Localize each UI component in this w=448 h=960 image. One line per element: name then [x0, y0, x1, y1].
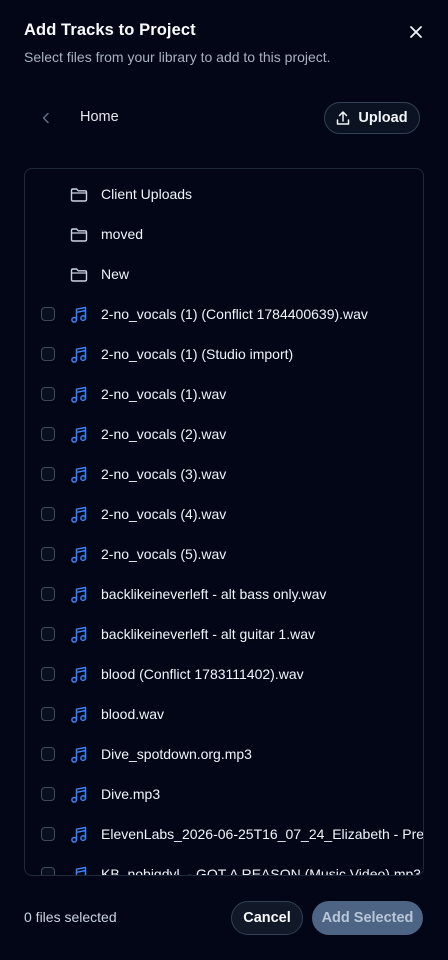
file-name: Dive_spotdown.org.mp3 [101, 746, 252, 762]
file-row[interactable]: 2-no_vocals (1) (Studio import) [25, 335, 423, 375]
folder-icon [70, 268, 88, 282]
folder-row[interactable]: New [25, 255, 423, 295]
folder-icon [70, 188, 88, 202]
file-checkbox[interactable] [41, 827, 55, 841]
file-name: blood (Conflict 1783111402).wav [101, 666, 304, 682]
music-note-icon [71, 466, 87, 483]
music-note-icon [71, 786, 87, 803]
file-name: Dive.mp3 [101, 786, 161, 802]
file-name: 2-no_vocals (3).wav [101, 466, 227, 482]
file-checkbox[interactable] [41, 507, 55, 521]
file-row[interactable]: KB_nobigdyl. - GOT A REASON (Music Video… [25, 855, 423, 876]
file-name: 2-no_vocals (1) (Studio import) [101, 346, 294, 362]
file-row[interactable]: 2-no_vocals (2).wav [25, 415, 423, 455]
music-note-icon [71, 546, 87, 563]
file-row[interactable]: backlikeineverleft - alt guitar 1.wav [25, 615, 423, 655]
music-note-icon [71, 306, 87, 323]
chevron-left-icon [42, 112, 49, 124]
file-name: backlikeineverleft - alt bass only.wav [101, 586, 327, 602]
file-name: 2-no_vocals (1) (Conflict 1784400639).wa… [101, 306, 368, 322]
music-note-icon [71, 626, 87, 643]
file-checkbox[interactable] [41, 747, 55, 761]
music-note-icon [71, 426, 87, 443]
folder-row[interactable]: Client Uploads [25, 175, 423, 215]
file-checkbox[interactable] [41, 587, 55, 601]
file-name: 2-no_vocals (4).wav [101, 506, 227, 522]
file-row[interactable]: 2-no_vocals (1).wav [25, 375, 423, 415]
file-checkbox[interactable] [41, 787, 55, 801]
file-checkbox[interactable] [41, 707, 55, 721]
file-row[interactable]: blood (Conflict 1783111402).wav [25, 655, 423, 695]
file-row[interactable]: backlikeineverleft - alt bass only.wav [25, 575, 423, 615]
file-name: ElevenLabs_2026-06-25T16_07_24_Elizabeth… [101, 826, 424, 842]
file-row[interactable]: blood.wav [25, 695, 423, 735]
folder-name: New [101, 266, 130, 282]
file-checkbox[interactable] [41, 547, 55, 561]
music-note-icon [75, 866, 87, 875]
upload-button[interactable]: Upload [324, 102, 420, 134]
music-note-icon [71, 586, 87, 603]
folder-name: Client Uploads [101, 186, 193, 202]
file-checkbox[interactable] [41, 667, 55, 681]
cancel-button[interactable]: Cancel [231, 901, 303, 935]
file-row[interactable]: Dive_spotdown.org.mp3 [25, 735, 423, 775]
dialog-subtitle: Select files from your library to add to… [24, 49, 331, 65]
file-row[interactable]: 2-no_vocals (3).wav [25, 455, 423, 495]
music-note-icon [71, 386, 87, 403]
file-name: blood.wav [101, 706, 165, 722]
file-row[interactable]: 2-no_vocals (4).wav [25, 495, 423, 535]
file-checkbox[interactable] [41, 467, 55, 481]
file-checkbox[interactable] [41, 307, 55, 321]
file-row[interactable]: ElevenLabs_2026-06-25T16_07_24_Elizabeth… [25, 815, 423, 855]
file-checkbox[interactable] [41, 627, 55, 641]
file-checkbox[interactable] [41, 387, 55, 401]
close-icon [410, 26, 422, 38]
file-row[interactable]: 2-no_vocals (5).wav [25, 535, 423, 575]
close-button[interactable] [404, 20, 428, 44]
file-name: 2-no_vocals (1).wav [101, 386, 227, 402]
breadcrumb[interactable]: Home [80, 109, 119, 125]
music-note-icon [71, 706, 87, 723]
file-name: 2-no_vocals (5).wav [101, 546, 227, 562]
file-list[interactable]: Client Uploads moved New 2-no_vocals (1) (C… [24, 168, 424, 876]
file-checkbox[interactable] [41, 427, 55, 441]
music-note-icon [71, 346, 87, 363]
selection-count: 0 files selected [24, 909, 117, 925]
file-name: backlikeineverleft - alt guitar 1.wav [101, 626, 315, 642]
file-row[interactable]: Dive.mp3 [25, 775, 423, 815]
folder-row[interactable]: moved [25, 215, 423, 255]
upload-label: Upload [358, 110, 408, 126]
music-note-icon [71, 746, 87, 763]
file-checkbox[interactable] [41, 867, 55, 875]
dialog-title: Add Tracks to Project [24, 21, 196, 39]
music-note-icon [71, 666, 87, 683]
music-note-icon [71, 506, 87, 523]
file-name: 2-no_vocals (2).wav [101, 426, 227, 442]
file-name: KB_nobigdyl. - GOT A REASON (Music Video… [101, 866, 422, 876]
folder-icon [70, 228, 88, 242]
back-button[interactable] [32, 104, 60, 132]
file-row[interactable]: 2-no_vocals (1) (Conflict 1784400639).wa… [25, 295, 423, 335]
add-selected-button: Add Selected [312, 901, 423, 935]
upload-icon [337, 111, 350, 125]
folder-name: moved [101, 226, 144, 242]
add-tracks-dialog: Add Tracks to Project Select files from … [0, 0, 448, 960]
file-checkbox[interactable] [41, 347, 55, 361]
music-note-icon [71, 826, 87, 843]
